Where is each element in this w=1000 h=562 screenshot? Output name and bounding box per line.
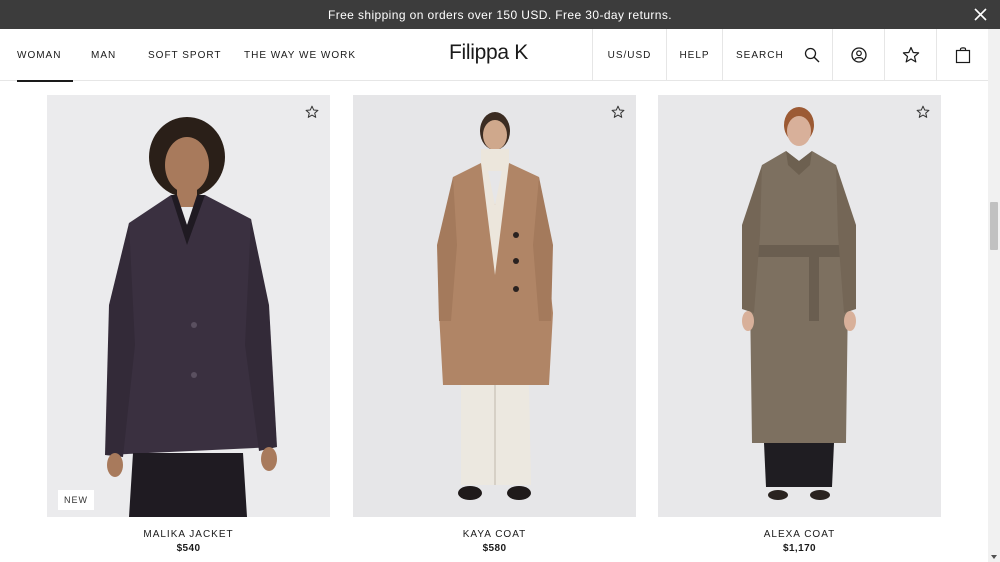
brand-logo[interactable]: Filippa K: [449, 41, 528, 65]
model-figure: [353, 95, 636, 517]
wishlist-button[interactable]: [884, 29, 936, 81]
product-card[interactable]: ALEXA COAT $1,170: [658, 95, 941, 554]
product-name[interactable]: ALEXA COAT: [658, 529, 941, 540]
new-badge: NEW: [58, 490, 94, 510]
search-icon: [804, 47, 820, 63]
nav-item-the-way-we-work[interactable]: THE WAY WE WORK: [227, 29, 367, 81]
nav-item-label: SOFT SPORT: [148, 49, 222, 61]
product-card[interactable]: NEW MALIKA JACKET $540: [47, 95, 330, 554]
product-price: $540: [176, 543, 201, 554]
product-card[interactable]: KAYA COAT $580: [353, 95, 636, 554]
product-price: $580: [482, 543, 507, 554]
product-image[interactable]: NEW: [47, 95, 330, 517]
page-scrollbar[interactable]: [988, 29, 1000, 562]
nav-item-man[interactable]: MAN: [73, 29, 129, 81]
announcement-text: Free shipping on orders over 150 USD. Fr…: [327, 7, 673, 22]
nav-item-woman[interactable]: WOMAN: [17, 29, 73, 82]
scroll-down-arrow[interactable]: [991, 555, 997, 559]
star-icon[interactable]: [611, 105, 625, 119]
currency-selector[interactable]: US/USD: [592, 29, 666, 81]
star-icon: [902, 46, 920, 64]
star-icon[interactable]: [305, 105, 319, 119]
nav-item-label: THE WAY WE WORK: [244, 49, 357, 61]
close-icon[interactable]: [973, 7, 988, 22]
nav-item-soft-sport[interactable]: SOFT SPORT: [129, 29, 227, 81]
help-link[interactable]: HELP: [666, 29, 722, 81]
scrollbar-thumb[interactable]: [990, 202, 998, 250]
product-name[interactable]: KAYA COAT: [353, 529, 636, 540]
search-label: SEARCH: [736, 49, 784, 61]
category-menu: WOMAN MAN SOFT SPORT THE WAY WE WORK: [0, 29, 367, 82]
product-name[interactable]: MALIKA JACKET: [47, 529, 330, 540]
account-icon: [850, 47, 867, 63]
main-navigation: WOMAN MAN SOFT SPORT THE WAY WE WORK Fil…: [0, 29, 988, 82]
account-button[interactable]: [832, 29, 884, 81]
currency-label: US/USD: [607, 49, 652, 61]
announcement-bar: Free shipping on orders over 150 USD. Fr…: [0, 0, 1000, 29]
product-image[interactable]: [658, 95, 941, 517]
nav-item-label: MAN: [91, 49, 117, 61]
utility-menu: US/USD HELP SEARCH: [592, 29, 988, 81]
model-figure: [658, 95, 941, 517]
product-price: $1,170: [783, 543, 816, 554]
star-icon[interactable]: [916, 105, 930, 119]
search-button[interactable]: SEARCH: [722, 29, 832, 81]
nav-item-label: WOMAN: [17, 49, 62, 61]
bag-icon: [955, 46, 971, 64]
product-image[interactable]: [353, 95, 636, 517]
bag-button[interactable]: [936, 29, 988, 81]
model-figure: [47, 95, 330, 517]
help-label: HELP: [679, 49, 710, 61]
